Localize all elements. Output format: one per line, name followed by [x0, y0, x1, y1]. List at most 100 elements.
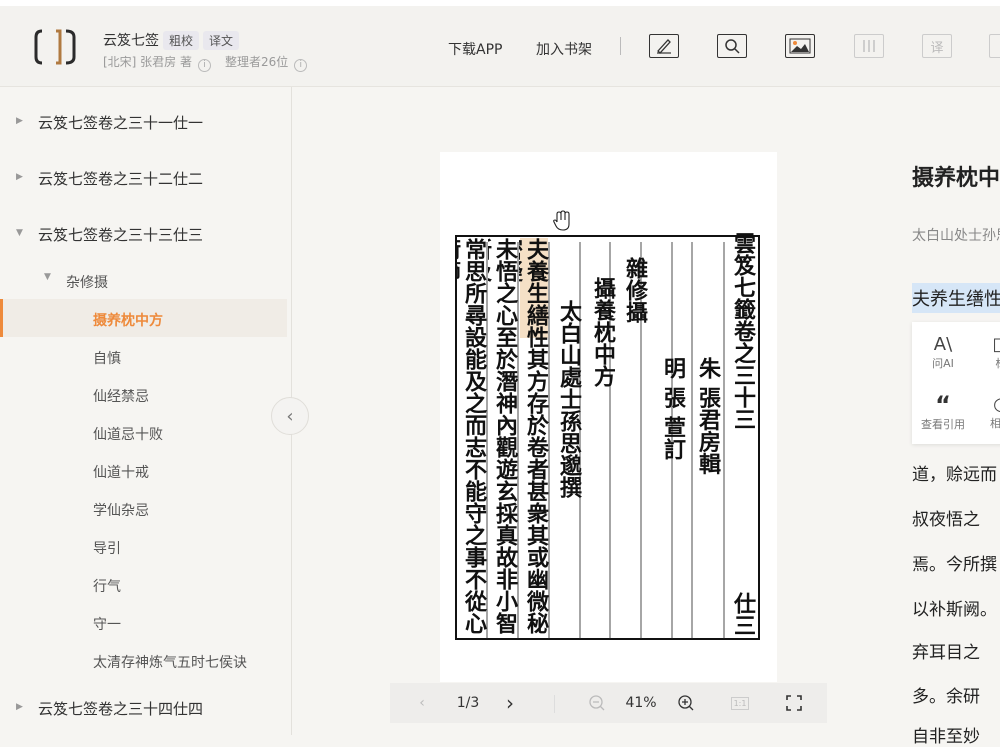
text-line: 弃耳目之: [912, 643, 980, 663]
scan-col-5: 攝養枕中方: [590, 277, 616, 387]
sidebar-subitem[interactable]: 仙道十戒: [93, 462, 149, 482]
mark-button[interactable]: □ 标: [978, 334, 1000, 371]
tag-proofread[interactable]: 粗校: [163, 31, 200, 50]
hand-cursor-icon: [553, 210, 570, 231]
scan-page-image[interactable]: 雲笈七籤卷之三十三 仕三 朱 張君房輯 明 張 萱訂 雜修攝 攝養枕中方 太白山…: [440, 152, 777, 682]
caret-right-icon: ▶: [16, 702, 23, 712]
columns-icon: [863, 40, 875, 52]
similar-icon: ○: [978, 394, 1000, 415]
zoom-in-icon: [678, 695, 694, 711]
info-icon[interactable]: i: [294, 59, 308, 72]
author-text: [北宋] 张君房 著: [103, 55, 192, 69]
more-button[interactable]: [989, 34, 1000, 58]
sidebar-subitem[interactable]: 太清存神炼气五时七侯诀: [93, 652, 247, 672]
text-line: 多。余研: [912, 687, 980, 707]
sidebar-subitem[interactable]: 学仙杂忌: [93, 500, 149, 520]
ai-icon: A\: [933, 334, 953, 355]
scan-col-8: 未悟之心至於潛神內觀遊玄採真故非小智所及: [488, 238, 518, 634]
image-icon: [789, 38, 811, 54]
sidebar-subitem[interactable]: 仙经禁忌: [93, 386, 149, 406]
search-button[interactable]: [717, 34, 747, 58]
article-title: 摄养枕中方: [912, 166, 1000, 191]
top-bar: 云笈七签 粗校 译文 [北宋] 张君房 著 i 整理者26位 i 下载APP 加入书架 译: [0, 0, 1000, 87]
image-view-button[interactable]: [785, 34, 815, 58]
download-app-link[interactable]: 下载APP: [448, 39, 502, 59]
top-edge: [0, 0, 1000, 6]
viewer-controls: ‹ 1/3 › 41% 1:1: [390, 683, 827, 723]
sidebar-subitem[interactable]: 守一: [93, 614, 121, 634]
next-page-button[interactable]: ›: [498, 683, 522, 723]
caret-down-icon: ▼: [16, 228, 23, 238]
sidebar-group-label[interactable]: 杂修摄: [66, 272, 108, 292]
ask-ai-button[interactable]: A\ 问AI: [920, 334, 966, 371]
add-to-shelf-link[interactable]: 加入书架: [536, 39, 592, 59]
logo-icon: [34, 29, 76, 65]
info-icon[interactable]: i: [198, 59, 211, 72]
chevron-right-icon: ›: [506, 691, 514, 715]
page-indicator: 1/3: [456, 695, 480, 711]
caret-right-icon: ▶: [16, 172, 23, 182]
fullscreen-icon: [786, 695, 802, 711]
similar-button[interactable]: ○ 相似: [978, 394, 1000, 431]
organizers-text: 整理者26位: [225, 55, 289, 69]
book-title-text: 云笈七签: [103, 33, 159, 49]
scan-highlight[interactable]: 夫養生繕性: [523, 238, 549, 348]
sidebar-item-label: 云笈七签卷之三十一仕一: [38, 114, 204, 132]
actual-size-label: 1:1: [730, 696, 750, 710]
text-line: 叔夜悟之: [912, 510, 980, 530]
divider: [554, 695, 555, 713]
fullscreen-button[interactable]: [782, 683, 806, 723]
scan-col-4: 雜修攝: [622, 257, 648, 323]
sidebar-subitem[interactable]: 导引: [93, 538, 121, 558]
sidebar-item-label: 云笈七签卷之三十四仕四: [38, 700, 204, 718]
text-line: 道，赊远而: [912, 465, 997, 485]
text-line: 以补斯阙。: [912, 600, 997, 620]
text-line: 焉。今所撰: [912, 555, 997, 575]
article-author: 太白山处士孙思邈撰: [912, 228, 1000, 244]
selected-text[interactable]: 夫养生缮性: [912, 283, 1000, 313]
scan-col-2: 朱 張君房輯: [695, 357, 721, 475]
tag-translation[interactable]: 译文: [203, 31, 240, 50]
sidebar-subitem[interactable]: 行气: [93, 576, 121, 596]
collapse-sidebar-button[interactable]: ‹: [271, 397, 309, 435]
sidebar-subitem[interactable]: 自慎: [93, 348, 121, 368]
actual-size-button[interactable]: 1:1: [728, 683, 752, 723]
scan-col-3: 明 張 萱訂: [660, 357, 686, 461]
pen-icon: [657, 39, 671, 54]
similar-label: 相似: [990, 417, 1000, 430]
scan-col-6: 太白山處士孫思邈撰: [556, 300, 582, 498]
sidebar-subitem-active[interactable]: 摄养枕中方: [93, 310, 163, 330]
prev-page-button[interactable]: ‹: [410, 683, 434, 723]
translate-button[interactable]: 译: [922, 34, 952, 58]
sidebar-item-label: 云笈七签卷之三十三仕三: [38, 226, 204, 244]
quote-icon: “: [935, 391, 951, 419]
mark-icon: □: [978, 334, 1000, 355]
search-icon: [725, 39, 740, 54]
translate-label: 译: [930, 40, 944, 56]
scan-col-1-tail: 仕三: [730, 592, 756, 636]
zoom-out-button[interactable]: [585, 683, 609, 723]
mark-label: 标: [978, 355, 1000, 371]
ask-ai-label: 问AI: [932, 357, 954, 370]
zoom-in-button[interactable]: [674, 683, 698, 723]
column-view-button[interactable]: [854, 34, 884, 58]
view-citation-label: 查看引用: [921, 418, 965, 431]
sidebar-item-label: 云笈七签卷之三十二仕二: [38, 170, 204, 188]
zoom-level: 41%: [625, 695, 657, 711]
sidebar-subitem[interactable]: 仙道忌十败: [93, 424, 163, 444]
caret-right-icon: ▶: [16, 116, 23, 126]
scan-col-1: 雲笈七籤卷之三十三: [730, 232, 756, 430]
selection-popup: A\ 问AI □ 标 “ 查看引用 ○ 相似: [912, 322, 1000, 444]
zoom-out-icon: [589, 695, 605, 711]
sidebar: ▶ 云笈七签卷之三十一仕一 ▶ 云笈七签卷之三十二仕二 ▼ 云笈七签卷之三十三仕三 ▼…: [0, 87, 292, 735]
scan-col-7: 夫養生繕性其方存於卷者甚衆其或幽微秘密疑: [519, 238, 549, 638]
view-citation-button[interactable]: “ 查看引用: [920, 391, 966, 432]
scan-col-9: 常思所尋設能及之而志不能守之事不從心術節: [457, 238, 487, 634]
caret-down-icon: ▼: [44, 272, 51, 282]
book-title: 云笈七签 粗校 译文: [103, 30, 240, 50]
chevron-left-icon: ‹: [419, 695, 425, 711]
chevron-left-icon: ‹: [286, 405, 294, 427]
book-meta: [北宋] 张君房 著 i 整理者26位 i: [103, 53, 321, 72]
divider: [620, 37, 621, 55]
note-button[interactable]: [649, 34, 679, 58]
